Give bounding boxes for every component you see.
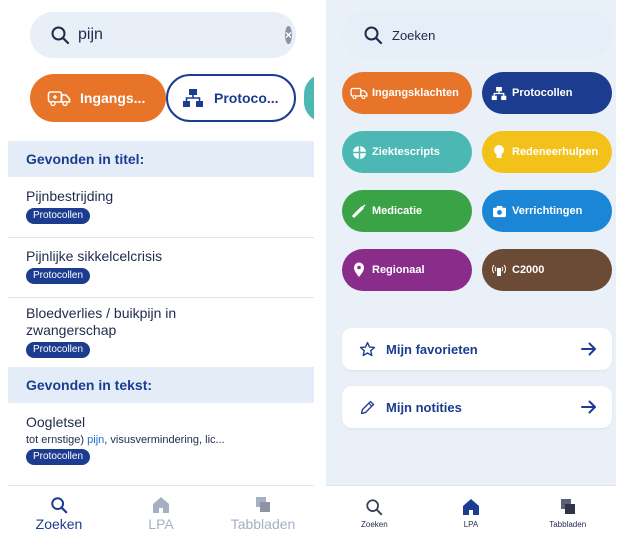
result-item[interactable]: Pijnbestrijding Protocollen — [26, 188, 308, 224]
category-badge: Protocollen — [26, 208, 91, 224]
card-label: Mijn notities — [386, 399, 462, 415]
tile-protocollen[interactable]: Protocollen — [482, 72, 612, 114]
tile-ingangsklachten[interactable]: Ingangsklachten — [342, 72, 472, 114]
search-bar[interactable]: × — [30, 12, 296, 58]
favorites-card[interactable]: Mijn favorieten — [342, 328, 612, 370]
tile-redeneerhulpen[interactable]: Redeneerhulpen — [482, 131, 612, 173]
result-item[interactable]: Pijnlijke sikkelcelcrisis Protocollen — [26, 248, 308, 284]
tile-label: Protocollen — [512, 87, 573, 99]
section-header-title: Gevonden in titel: — [8, 141, 314, 177]
tile-label: Redeneerhulpen — [512, 146, 599, 158]
tile-label: C2000 — [512, 264, 545, 276]
tab-tabbladen[interactable]: Tabbladen — [212, 486, 314, 537]
tile-medicatie[interactable]: Medicatie — [342, 190, 472, 232]
clear-search-button[interactable]: × — [285, 26, 293, 44]
hierarchy-icon — [180, 87, 206, 109]
search-icon — [50, 24, 70, 46]
search-icon — [50, 492, 68, 514]
tile-verrichtingen[interactable]: Verrichtingen — [482, 190, 612, 232]
search-icon — [362, 24, 384, 46]
tabs-icon — [254, 492, 272, 514]
snippet-highlight: pijn — [87, 434, 105, 446]
tab-zoeken[interactable]: Zoeken — [8, 486, 110, 537]
tab-zoeken[interactable]: Zoeken — [326, 486, 423, 537]
tile-label: Verrichtingen — [512, 205, 583, 217]
close-icon: × — [285, 28, 293, 42]
syringe-icon — [350, 202, 368, 220]
snippet-text: tot ernstige) — [26, 434, 88, 446]
result-item[interactable]: Bloedverlies / buikpijn in zwangerschap … — [26, 305, 308, 358]
pencil-icon — [358, 398, 376, 416]
search-icon — [365, 494, 383, 516]
arrow-right-icon — [580, 340, 598, 358]
result-title: Oogletsel — [26, 414, 86, 430]
map-pin-icon — [350, 261, 368, 279]
ambulance-icon — [350, 84, 368, 102]
hierarchy-icon — [490, 84, 508, 102]
tile-c2000[interactable]: C2000 — [482, 249, 612, 291]
chip-label: Protoco... — [214, 90, 279, 106]
tile-label: Medicatie — [372, 205, 423, 217]
category-badge: Protocollen — [26, 449, 91, 465]
tab-label: Zoeken — [35, 515, 83, 532]
search-results-screen: × Ingangs... Protoco... Gevonden in tite… — [8, 0, 314, 537]
result-title: Bloedverlies / buikpijn in zwangerschap — [26, 305, 177, 338]
tab-label: LPA — [463, 520, 479, 529]
lightbulb-icon — [490, 143, 508, 161]
tile-label: Regionaal — [372, 264, 425, 276]
filter-chip-ingangsklachten[interactable]: Ingangs... — [30, 74, 166, 122]
search-input[interactable] — [78, 26, 285, 44]
bottom-tab-bar: Zoeken LPA Tabbladen — [8, 485, 314, 537]
tab-lpa[interactable]: LPA — [110, 486, 212, 537]
result-snippet: tot ernstige) pijn, visusvermindering, l… — [26, 434, 308, 446]
home-icon — [152, 492, 170, 514]
result-title: Pijnbestrijding — [26, 188, 114, 204]
tab-label: LPA — [148, 515, 174, 532]
arrow-right-icon — [580, 398, 598, 416]
tab-lpa[interactable]: LPA — [423, 486, 520, 537]
card-label: Mijn favorieten — [386, 341, 478, 357]
home-icon — [462, 494, 480, 516]
star-icon — [358, 340, 376, 358]
bottom-tab-bar: Zoeken LPA Tabbladen — [326, 485, 616, 537]
divider — [8, 297, 314, 298]
category-badge: Protocollen — [26, 342, 91, 358]
camera-icon — [490, 202, 508, 220]
snippet-text: , visusvermindering, lic... — [104, 434, 225, 446]
tab-label: Zoeken — [360, 520, 388, 529]
tile-label: Ingangsklachten — [372, 87, 459, 99]
tile-label: Ziektescripts — [372, 146, 440, 158]
ambulance-icon — [46, 87, 72, 109]
app-comparison: × Ingangs... Protoco... Gevonden in tite… — [0, 0, 618, 537]
globe-icon — [350, 143, 368, 161]
filter-chip-partial[interactable] — [304, 74, 314, 122]
tab-label: Tabbladen — [549, 520, 587, 529]
search-input[interactable] — [392, 27, 612, 43]
tile-regionaal[interactable]: Regionaal — [342, 249, 472, 291]
divider — [8, 237, 314, 238]
section-header-text: Gevonden in tekst: — [8, 367, 314, 403]
category-badge: Protocollen — [26, 268, 91, 284]
result-item[interactable]: Oogletsel tot ernstige) pijn, visusvermi… — [26, 414, 308, 465]
filter-chip-protocollen[interactable]: Protoco... — [166, 74, 296, 122]
home-screen: Ingangsklachten Protocollen Ziektescript… — [326, 0, 616, 537]
chip-label: Ingangs... — [80, 90, 146, 106]
tab-tabbladen[interactable]: Tabbladen — [519, 486, 616, 537]
tabs-icon — [559, 494, 577, 516]
result-title: Pijnlijke sikkelcelcrisis — [26, 248, 163, 264]
search-bar[interactable] — [342, 12, 612, 58]
notes-card[interactable]: Mijn notities — [342, 386, 612, 428]
radio-icon — [490, 261, 508, 279]
tab-label: Tabbladen — [230, 515, 296, 532]
tile-ziektescripts[interactable]: Ziektescripts — [342, 131, 472, 173]
